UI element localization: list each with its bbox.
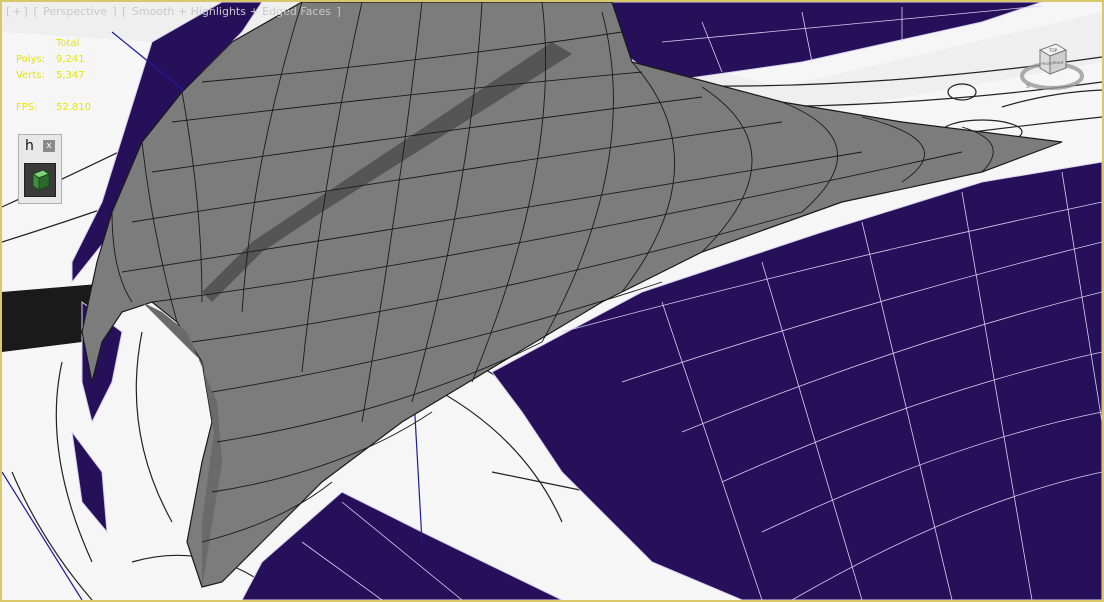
stats-row-fps: FPS: 52.810	[16, 100, 116, 116]
viewport-shading-mode[interactable]: Smooth + Highlights + Edged Faces	[132, 5, 331, 18]
viewport-label-bracket: ]	[23, 5, 28, 18]
verts-label: Verts:	[16, 70, 45, 81]
fps-value: 52.810	[56, 102, 91, 113]
viewport-label-bracket: ]	[112, 5, 117, 18]
viewcube-compass-south: S	[1026, 83, 1030, 90]
viewcube-front-label: FRONT	[1041, 62, 1054, 66]
floating-toolbar[interactable]: h x	[18, 134, 62, 204]
viewport-label[interactable]: [+] [ Perspective ] [ Smooth + Highlight…	[6, 5, 343, 18]
stats-gap	[16, 84, 116, 100]
stats-header: Total	[56, 38, 80, 49]
toolbar-title: h	[25, 138, 34, 154]
viewcube-right-label: RIGHT	[1053, 61, 1065, 65]
polys-value: 9,241	[56, 54, 85, 65]
stats-row-verts: Verts: 5,347	[16, 68, 116, 84]
viewcube[interactable]: TOP FRONT RIGHT S	[1016, 36, 1088, 96]
viewport-label-bracket: ]	[336, 5, 341, 18]
box-tool-button[interactable]	[24, 163, 56, 197]
viewcube-graphic[interactable]: TOP FRONT RIGHT S	[1016, 36, 1088, 96]
viewport-label-bracket: [	[33, 5, 38, 18]
viewcube-top-label: TOP	[1048, 48, 1058, 53]
close-button[interactable]: x	[43, 140, 55, 152]
perspective-viewport[interactable]: [+] [ Perspective ] [ Smooth + Highlight…	[0, 0, 1104, 602]
statistics-overlay: Total Polys: 9,241 Verts: 5,347 FPS: 52.…	[16, 36, 116, 116]
verts-value: 5,347	[56, 70, 85, 81]
scene-canvas[interactable]	[2, 2, 1102, 600]
box-icon	[31, 169, 51, 191]
fps-label: FPS:	[16, 102, 38, 113]
polys-label: Polys:	[16, 54, 46, 65]
viewport-label-bracket: [	[122, 5, 127, 18]
viewport-label-plus[interactable]: +	[12, 5, 21, 18]
viewport-label-bracket: [	[6, 5, 11, 18]
stats-row-polys: Polys: 9,241	[16, 52, 116, 68]
viewport-view-mode[interactable]: Perspective	[43, 5, 107, 18]
